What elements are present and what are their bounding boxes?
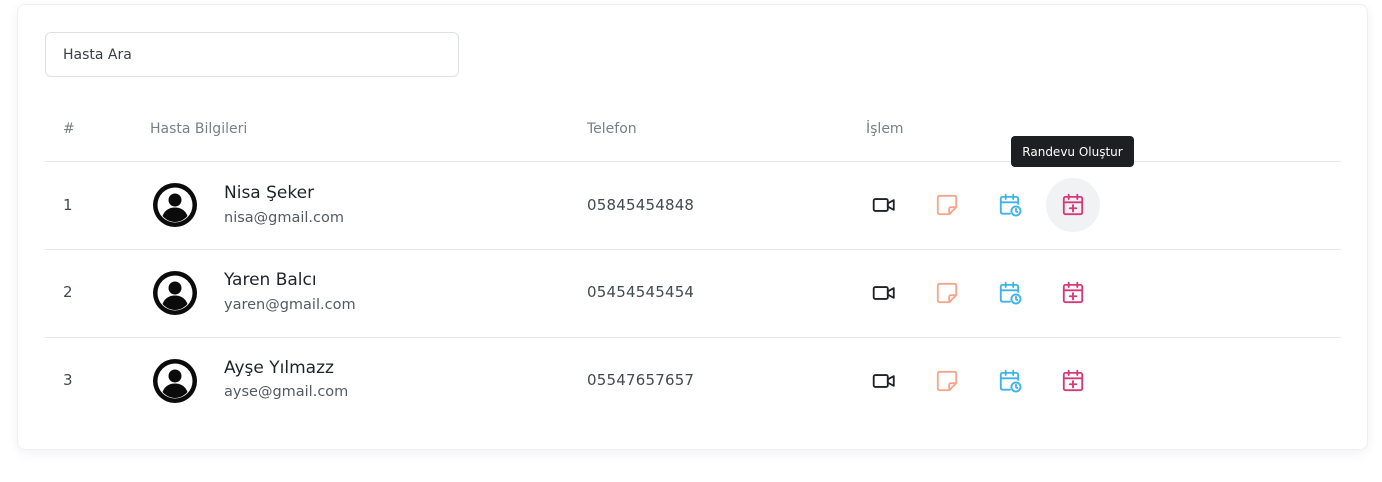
patient-search-input[interactable] <box>45 32 459 77</box>
video-camera-icon <box>872 374 895 388</box>
table-row: 3 Ayşe Yılmazz ayse@gmail.com 0554765765… <box>45 338 1341 425</box>
patient-phone: 05547657657 <box>587 371 695 389</box>
calendar-clock-icon <box>999 369 1022 393</box>
sticky-note-icon <box>936 282 958 304</box>
calendar-plus-icon <box>1062 281 1084 304</box>
column-header-phone: Telefon <box>587 121 637 137</box>
sticky-note-icon <box>936 370 958 392</box>
create-appointment-tooltip: Randevu Oluştur <box>1011 136 1134 167</box>
patient-email: yaren@gmail.com <box>224 297 356 313</box>
user-avatar-icon <box>153 359 197 403</box>
calendar-clock-icon <box>999 281 1022 305</box>
calendar-clock-icon <box>999 193 1022 217</box>
patient-email: nisa@gmail.com <box>224 210 345 226</box>
video-call-button[interactable] <box>857 354 911 408</box>
create-appointment-button[interactable] <box>1046 266 1100 320</box>
patient-email: ayse@gmail.com <box>224 384 349 400</box>
row-index: 1 <box>63 196 73 214</box>
video-call-button[interactable] <box>857 266 911 320</box>
column-header-index: # <box>63 121 75 137</box>
appointment-history-button[interactable] <box>983 178 1037 232</box>
sticky-note-icon <box>936 194 958 216</box>
note-button[interactable] <box>920 266 974 320</box>
patient-name: Nisa Şeker <box>224 183 315 203</box>
create-appointment-button[interactable] <box>1046 354 1100 408</box>
user-avatar-icon <box>153 271 197 315</box>
appointment-history-button[interactable] <box>983 354 1037 408</box>
appointment-history-button[interactable] <box>983 266 1037 320</box>
create-appointment-button[interactable] <box>1046 178 1100 232</box>
video-call-button[interactable] <box>857 178 911 232</box>
patient-phone: 05454545454 <box>587 283 695 301</box>
column-header-actions: İşlem <box>866 121 904 137</box>
note-button[interactable] <box>920 178 974 232</box>
row-index: 2 <box>63 283 73 301</box>
note-button[interactable] <box>920 354 974 408</box>
table-row: 1 Nisa Şeker nisa@gmail.com 05845454848 <box>45 162 1341 249</box>
row-index: 3 <box>63 371 73 389</box>
user-avatar-icon <box>153 183 197 227</box>
table-row: 2 Yaren Balcı yaren@gmail.com 0545454545… <box>45 250 1341 337</box>
patient-name: Yaren Balcı <box>224 270 317 290</box>
video-camera-icon <box>872 286 895 300</box>
video-camera-icon <box>872 198 895 212</box>
column-header-patient-info: Hasta Bilgileri <box>150 121 248 137</box>
calendar-plus-icon <box>1062 193 1084 216</box>
calendar-plus-icon <box>1062 369 1084 392</box>
patient-phone: 05845454848 <box>587 196 695 214</box>
patient-name: Ayşe Yılmazz <box>224 358 334 378</box>
